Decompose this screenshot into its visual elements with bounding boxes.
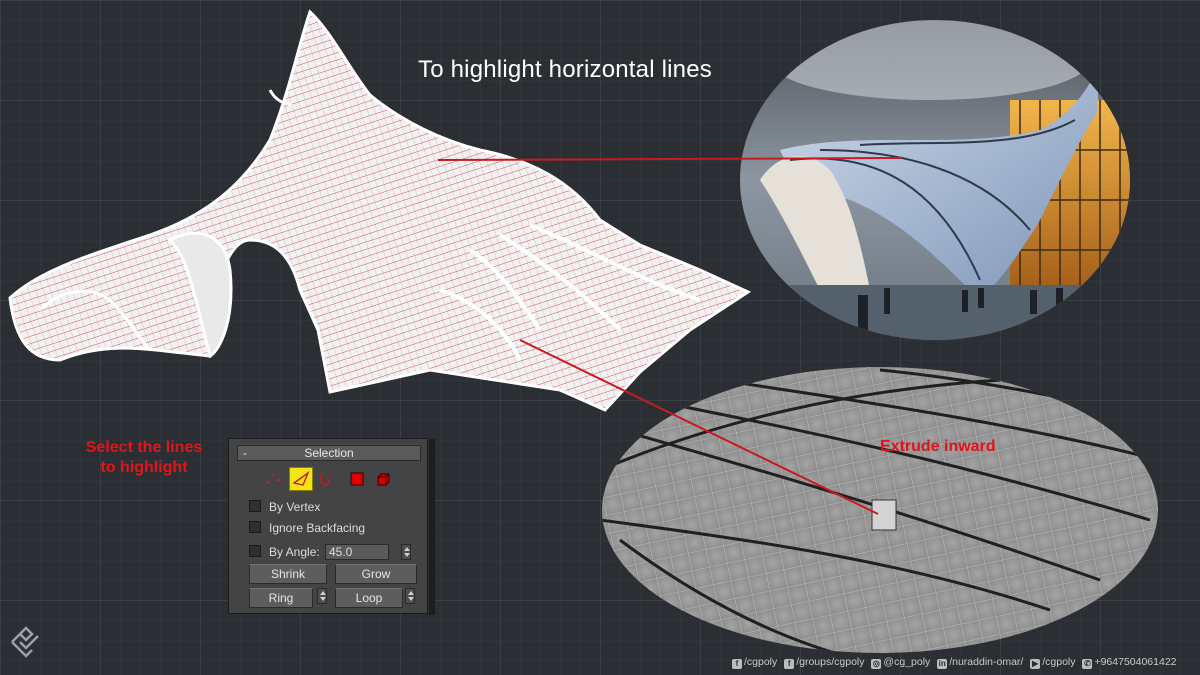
shrink-button[interactable]: Shrink	[249, 564, 327, 584]
selection-rollout: - Selection By Vertex Ignore Backfacing …	[228, 438, 435, 615]
polygon-icon[interactable]	[345, 467, 369, 491]
panel-scrollbar[interactable]	[429, 439, 435, 615]
scene-illustration	[8, 9, 1158, 653]
angle-spinner-arrows[interactable]	[401, 544, 411, 560]
social-footer: f/cgpoly f/groups/cgpoly ◎ @cg_poly in/nu…	[728, 656, 1177, 669]
note-line-1: Select the lines	[85, 439, 203, 456]
by-angle-checkbox[interactable]	[249, 545, 261, 557]
building-photo	[740, 20, 1130, 340]
loop-button[interactable]: Loop	[335, 588, 403, 608]
ring-spinner-arrows[interactable]	[317, 588, 327, 604]
ignore-backfacing-label: Ignore Backfacing	[269, 521, 366, 535]
ignore-backfacing-checkbox[interactable]	[249, 521, 261, 533]
linkedin-link[interactable]: /nuraddin-omar/	[949, 656, 1023, 668]
youtube-link[interactable]: /cgpoly	[1042, 656, 1075, 668]
headline: To highlight horizontal lines	[418, 56, 712, 83]
edge-icon[interactable]	[289, 467, 313, 491]
cgpoly-logo-icon	[11, 626, 39, 658]
by-vertex-label: By Vertex	[269, 500, 321, 514]
note-line-2: to highlight	[100, 459, 188, 476]
facebook-group-link[interactable]: /groups/cgpoly	[796, 656, 864, 668]
subobject-toolbar	[257, 467, 407, 491]
vertex-icon[interactable]	[261, 467, 285, 491]
ring-button[interactable]: Ring	[249, 588, 313, 608]
by-vertex-checkbox[interactable]	[249, 500, 261, 512]
collapse-icon[interactable]: -	[243, 446, 247, 460]
instagram-icon: ◎	[871, 659, 882, 669]
instagram-link[interactable]: @cg_poly	[883, 656, 930, 668]
border-icon[interactable]	[315, 467, 339, 491]
note-extrude: Extrude inward	[880, 438, 996, 455]
facebook-icon: f	[732, 659, 742, 669]
grow-button[interactable]: Grow	[335, 564, 417, 584]
angle-input[interactable]: 45.0	[325, 544, 389, 560]
phone-number: +9647504061422	[1094, 656, 1177, 668]
mesh-closeup	[602, 367, 1158, 653]
rollout-header[interactable]: - Selection	[237, 445, 421, 461]
by-angle-label: By Angle:	[269, 545, 320, 559]
loop-spinner-arrows[interactable]	[405, 588, 415, 604]
phone-icon: ✆	[1082, 659, 1093, 669]
linkedin-icon: in	[937, 659, 948, 669]
facebook-group-icon: f	[784, 659, 795, 669]
rollout-title: Selection	[304, 446, 354, 460]
element-icon[interactable]	[371, 467, 395, 491]
youtube-icon: ▶	[1030, 659, 1041, 669]
facebook-link[interactable]: /cgpoly	[744, 656, 777, 668]
note-select-lines: Select the lines to highlight	[64, 438, 224, 478]
